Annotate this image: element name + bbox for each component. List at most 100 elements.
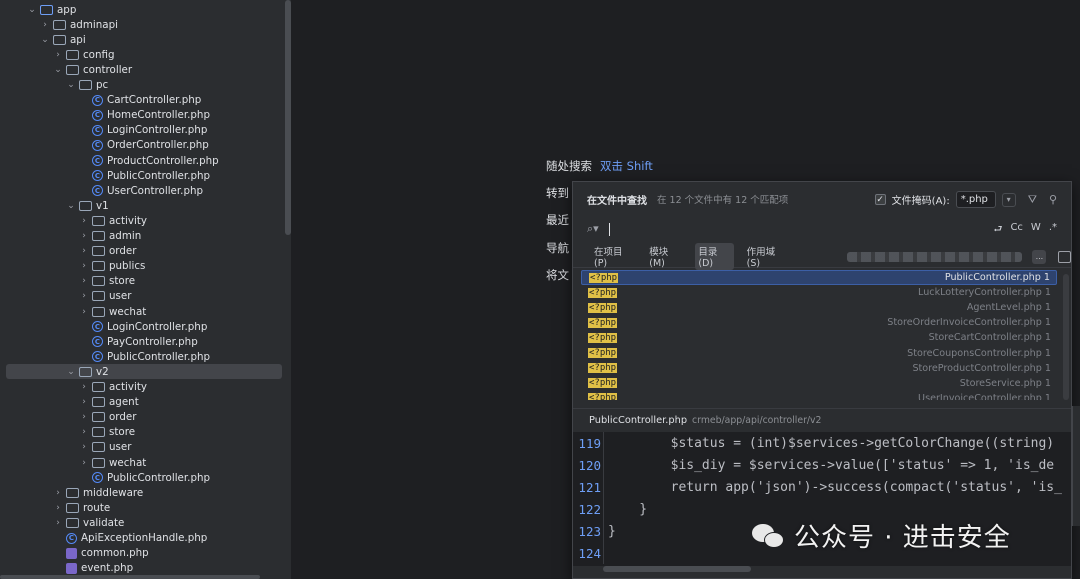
chevron-down-icon[interactable]: ⌄: [26, 5, 38, 15]
result-row[interactable]: <?php AgentLevel.php 1: [581, 300, 1057, 315]
newline-icon[interactable]: ⮐: [993, 222, 1002, 239]
chevron-right-icon[interactable]: ›: [52, 488, 64, 498]
tree-item[interactable]: › user: [0, 440, 285, 455]
chevron-down-icon[interactable]: ⌄: [52, 65, 64, 75]
chevron-right-icon[interactable]: ›: [78, 261, 90, 271]
result-row[interactable]: <?php UserInvoiceController.php 1: [581, 391, 1057, 400]
chevron-right-icon[interactable]: ›: [78, 291, 90, 301]
chevron-down-icon[interactable]: ⌄: [39, 35, 51, 45]
tree-item[interactable]: › order: [0, 410, 285, 425]
tree-item[interactable]: › activity: [0, 380, 285, 395]
result-file: StoreService.php 1: [959, 377, 1051, 389]
chevron-right-icon[interactable]: ›: [78, 427, 90, 437]
tree-item[interactable]: C OrderController.php: [0, 138, 285, 153]
chevron-right-icon[interactable]: ›: [78, 442, 90, 452]
tree-item[interactable]: C HomeController.php: [0, 108, 285, 123]
chevron-right-icon[interactable]: ›: [52, 518, 64, 528]
tree-item[interactable]: ⌄ controller: [0, 62, 285, 77]
tree-item[interactable]: › middleware: [0, 485, 285, 500]
scope-module[interactable]: 模块 (M): [646, 243, 685, 270]
chevron-right-icon[interactable]: ›: [78, 307, 90, 317]
tree-item[interactable]: ⌄ api: [0, 32, 285, 47]
tree-item[interactable]: › store: [0, 274, 285, 289]
tree-item[interactable]: › config: [0, 47, 285, 62]
tree-item[interactable]: › wechat: [0, 304, 285, 319]
scope-directory[interactable]: 目录 (D): [695, 243, 734, 270]
recursive-icon[interactable]: [1058, 250, 1071, 263]
scope-project[interactable]: 在项目 (P): [591, 243, 636, 270]
tree-item[interactable]: ⌄ v1: [0, 198, 285, 213]
scope-custom[interactable]: 作用域(S): [744, 243, 787, 270]
match-case-toggle[interactable]: Cc: [1010, 222, 1022, 239]
directory-path-blurred[interactable]: [846, 251, 1023, 262]
project-tree[interactable]: ⌄ app › adminapi ⌄ api › config ⌄ controller ⌄ pc C C…: [0, 0, 292, 579]
tree-item[interactable]: event.php: [0, 561, 285, 576]
tree-scrollbar[interactable]: [285, 0, 291, 235]
tree-item[interactable]: › validate: [0, 515, 285, 530]
tree-item[interactable]: › agent: [0, 395, 285, 410]
chevron-right-icon[interactable]: ›: [78, 382, 90, 392]
tree-item[interactable]: › user: [0, 289, 285, 304]
result-row[interactable]: <?php StoreOrderInvoiceController.php 1: [581, 315, 1057, 330]
preview-path: crmeb/app/api/controller/v2: [692, 415, 822, 426]
chevron-right-icon[interactable]: ›: [78, 458, 90, 468]
search-input[interactable]: [608, 222, 610, 236]
chevron-right-icon[interactable]: ›: [78, 246, 90, 256]
chevron-right-icon[interactable]: ›: [78, 216, 90, 226]
chevron-right-icon[interactable]: ›: [78, 412, 90, 422]
chevron-right-icon[interactable]: ›: [78, 397, 90, 407]
tree-horizontal-scrollbar[interactable]: [0, 575, 260, 579]
tree-item[interactable]: › order: [0, 244, 285, 259]
chevron-right-icon[interactable]: ›: [52, 50, 64, 60]
regex-toggle[interactable]: .*: [1049, 222, 1057, 239]
filter-icon[interactable]: ⛛: [1028, 193, 1037, 207]
tree-item[interactable]: › wechat: [0, 455, 285, 470]
chevron-right-icon[interactable]: ›: [78, 231, 90, 241]
results-list[interactable]: <?php PublicController.php 1 <?php LuckLott…: [581, 270, 1057, 400]
result-row[interactable]: <?php StoreService.php 1: [581, 376, 1057, 391]
results-scrollbar[interactable]: [1063, 274, 1069, 400]
tree-item[interactable]: C LoginController.php: [0, 319, 285, 334]
tree-item[interactable]: › activity: [0, 213, 285, 228]
tree-item[interactable]: C PayController.php: [0, 334, 285, 349]
tree-item[interactable]: common.php: [0, 546, 285, 561]
chevron-down-icon[interactable]: ⌄: [65, 367, 77, 377]
chevron-right-icon[interactable]: ›: [52, 503, 64, 513]
search-icon[interactable]: ⌕▾: [587, 222, 599, 236]
result-row[interactable]: <?php StoreCartController.php 1: [581, 330, 1057, 345]
chevron-down-icon[interactable]: ⌄: [65, 201, 77, 211]
pin-icon[interactable]: ⚲: [1049, 193, 1057, 206]
result-row[interactable]: <?php LuckLotteryController.php 1: [581, 285, 1057, 300]
tree-item[interactable]: C PublicController.php: [0, 168, 285, 183]
tree-item[interactable]: C CartController.php: [0, 93, 285, 108]
browse-button[interactable]: ...: [1032, 249, 1047, 264]
tree-item[interactable]: C ApiExceptionHandle.php: [0, 531, 285, 546]
tree-item[interactable]: C PublicController.php: [0, 349, 285, 364]
tree-item[interactable]: ⌄ pc: [0, 78, 285, 93]
tree-item[interactable]: C ProductController.php: [0, 153, 285, 168]
tree-item[interactable]: › admin: [0, 229, 285, 244]
code-scrollbar[interactable]: [603, 566, 751, 572]
tree-item[interactable]: › adminapi: [0, 17, 285, 32]
file-mask-label: 文件掩码(A):: [891, 196, 950, 207]
whole-words-toggle[interactable]: W: [1031, 222, 1041, 239]
tree-item[interactable]: › publics: [0, 259, 285, 274]
tree-item[interactable]: C LoginController.php: [0, 123, 285, 138]
chevron-down-icon[interactable]: ⌄: [65, 80, 77, 90]
chevron-down-icon[interactable]: ▾: [1001, 192, 1016, 207]
result-row[interactable]: <?php StoreCouponsController.php 1: [581, 345, 1057, 360]
tree-item[interactable]: ⌄ app: [0, 2, 285, 17]
chevron-right-icon[interactable]: ›: [78, 276, 90, 286]
tree-item[interactable]: C UserController.php: [0, 183, 285, 198]
file-mask-checkbox[interactable]: ✓: [874, 194, 886, 205]
tree-item[interactable]: › store: [0, 425, 285, 440]
tree-item[interactable]: ⌄ v2: [6, 364, 282, 380]
tree-item[interactable]: C PublicController.php: [0, 470, 285, 485]
file-mask-input[interactable]: *.php: [955, 191, 996, 208]
tree-item[interactable]: › route: [0, 500, 285, 515]
result-row[interactable]: <?php StoreProductController.php 1: [581, 361, 1057, 376]
folder-icon: [66, 517, 79, 528]
result-row[interactable]: <?php PublicController.php 1: [581, 270, 1057, 286]
chevron-right-icon[interactable]: ›: [39, 20, 51, 30]
tree-item-label: OrderController.php: [107, 139, 209, 152]
